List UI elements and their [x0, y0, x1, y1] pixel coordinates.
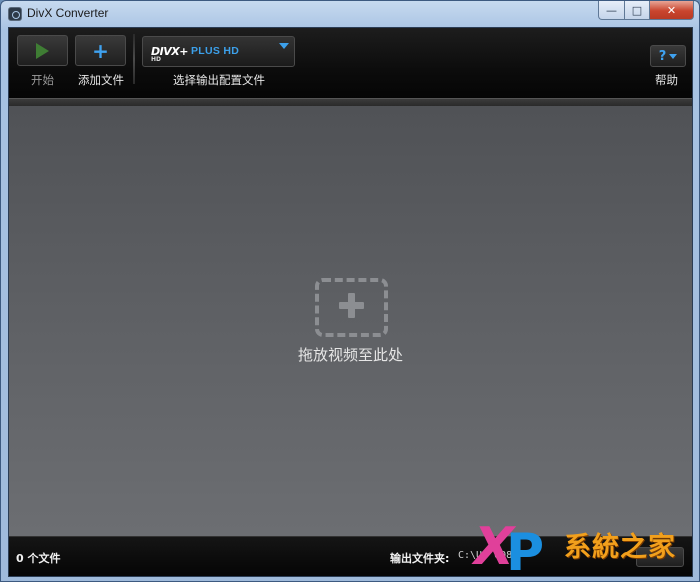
watermark-text: 系統之家	[564, 532, 676, 563]
divx-hd-badge: HD	[151, 56, 162, 63]
maximize-button[interactable]: □	[625, 1, 650, 20]
output-folder-label: 输出文件夹:	[390, 552, 450, 565]
file-count: 0 个文件	[16, 552, 61, 565]
drop-zone[interactable]: 拖放视频至此处	[9, 106, 692, 536]
add-file-button[interactable]: +	[75, 35, 126, 66]
start-label: 开始	[31, 73, 54, 87]
minimize-button[interactable]: —	[598, 1, 625, 20]
add-file-label: 添加文件	[78, 73, 124, 87]
toolbar-divider	[133, 34, 135, 84]
chevron-down-icon	[279, 43, 289, 49]
question-icon: ?	[658, 48, 667, 64]
close-button[interactable]: ✕	[650, 1, 694, 20]
output-profile-dropdown[interactable]: DIVX+ HD PLUS HD	[142, 36, 295, 67]
minimize-icon: —	[606, 3, 617, 17]
plus-bar-vertical	[348, 293, 355, 318]
maximize-icon: □	[631, 3, 643, 17]
profile-label: 选择输出配置文件	[173, 73, 265, 87]
window-title: DivX Converter	[27, 6, 109, 20]
start-button[interactable]	[17, 35, 68, 66]
divx-app-icon[interactable]	[8, 7, 22, 21]
toolbar: 开始 + 添加文件 DIVX+ HD PLUS HD 选择输出配置文件 ? 帮助	[9, 28, 692, 98]
window-controls: — □ ✕	[598, 1, 694, 20]
toolbar-divider-bar	[9, 98, 692, 106]
title-bar[interactable]: DivX Converter — □ ✕	[1, 1, 699, 27]
play-icon	[36, 42, 49, 59]
close-icon: ✕	[666, 3, 677, 17]
selected-profile: PLUS HD	[191, 45, 240, 57]
app-window: DivX Converter — □ ✕ 开始 + 添加文件 DIVX+ HD …	[0, 0, 700, 582]
add-video-icon[interactable]	[315, 278, 388, 337]
client-area: 开始 + 添加文件 DIVX+ HD PLUS HD 选择输出配置文件 ? 帮助	[8, 27, 693, 577]
watermark-p: P	[506, 523, 545, 582]
drop-hint-text: 拖放视频至此处	[297, 346, 403, 364]
plus-icon: +	[92, 38, 109, 63]
caret-down-icon	[669, 53, 678, 59]
help-button[interactable]: ?	[650, 45, 686, 67]
site-watermark: X P 系統之家	[474, 521, 700, 582]
help-label: 帮助	[655, 73, 678, 87]
